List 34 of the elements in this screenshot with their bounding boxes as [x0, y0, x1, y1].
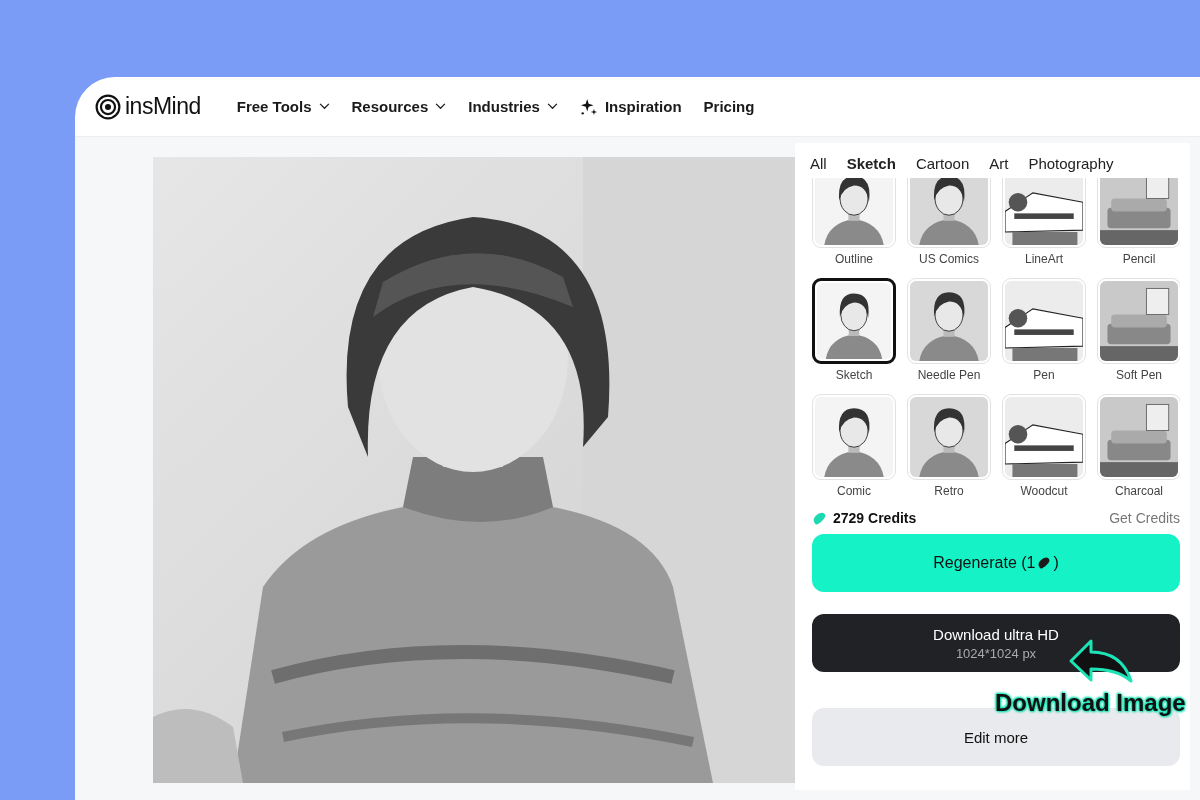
category-tab[interactable]: Sketch: [846, 155, 896, 172]
bean-icon: [812, 510, 827, 526]
nav-link[interactable]: Industries: [468, 98, 558, 115]
category-tab[interactable]: All: [810, 155, 827, 172]
style-label: Soft Pen: [1116, 368, 1162, 382]
sparkle-icon: [579, 97, 598, 116]
category-tab[interactable]: Cartoon: [915, 155, 970, 172]
style-label: Pen: [1033, 368, 1055, 382]
style-label: US Comics: [919, 252, 979, 266]
regenerate-button[interactable]: Regenerate (1 ): [812, 534, 1180, 592]
get-credits-link[interactable]: Get Credits: [1109, 510, 1180, 526]
chevron-down-icon: [546, 103, 558, 110]
logo-icon: [95, 93, 121, 120]
nav-link[interactable]: Resources: [351, 98, 447, 115]
logo-text[interactable]: insMind: [125, 93, 201, 120]
chevron-down-icon: [435, 103, 447, 110]
nav-link[interactable]: Free Tools: [236, 98, 330, 115]
nav-link[interactable]: Pricing: [703, 98, 755, 115]
style-label: Outline: [835, 252, 873, 266]
style-label: Retro: [934, 484, 964, 498]
style-label: Charcoal: [1115, 484, 1163, 498]
nav-link[interactable]: Inspiration: [579, 97, 682, 116]
style-label: Pencil: [1122, 252, 1156, 266]
style-label: Woodcut: [1020, 484, 1068, 498]
bean-icon: [1037, 556, 1052, 570]
style-label: Comic: [837, 484, 871, 498]
style-label: Sketch: [835, 368, 873, 382]
credit-balance: 2729 Credits: [833, 510, 917, 526]
download-button[interactable]: Download ultra HD 1024*1024 px: [812, 614, 1180, 672]
category-tab[interactable]: Art: [989, 155, 1009, 172]
style-label: Needle Pen: [917, 368, 981, 382]
category-tab[interactable]: Photography: [1028, 155, 1114, 172]
chevron-down-icon: [318, 103, 330, 110]
style-label: LineArt: [1025, 252, 1063, 266]
